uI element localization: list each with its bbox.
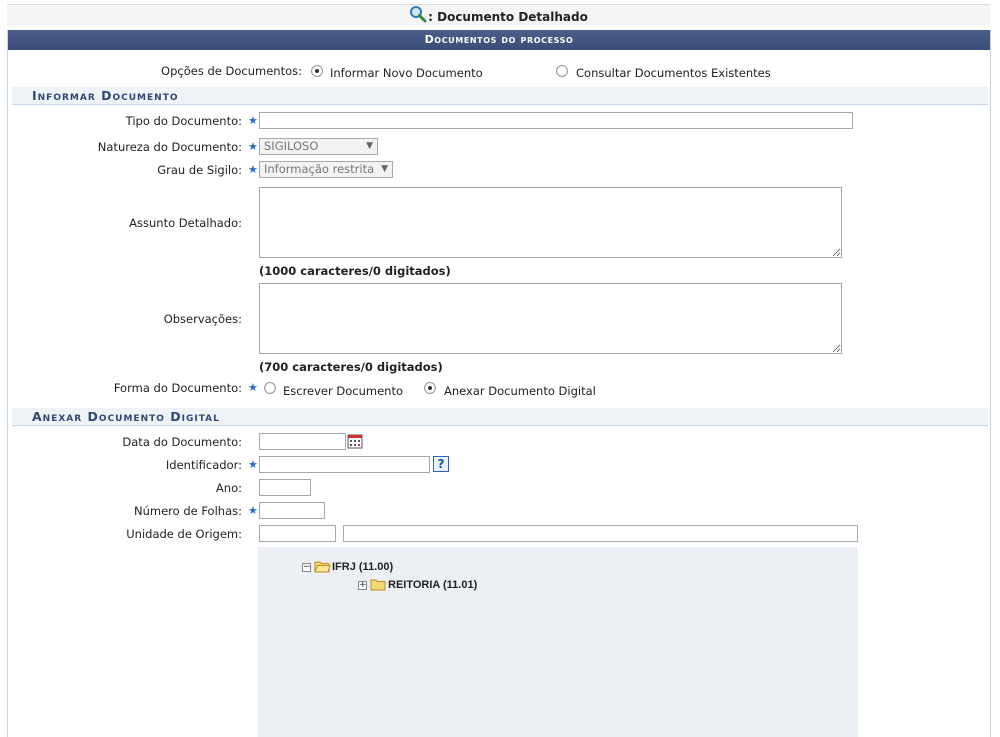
- unidade-codigo-input[interactable]: [259, 525, 336, 542]
- numero-folhas-input[interactable]: [259, 502, 325, 519]
- tipo-label: Tipo do Documento:: [125, 114, 242, 128]
- magnifier-icon: [409, 5, 427, 30]
- tree-node-ifrj[interactable]: IFRJ (11.00): [332, 561, 393, 573]
- section-caption: Documentos do processo: [8, 30, 990, 50]
- folder-open-icon: [314, 560, 331, 577]
- options-label: Opções de Documentos:: [161, 64, 302, 78]
- section-anexar-documento: Anexar Documento Digital: [12, 408, 988, 426]
- unidade-nome-input[interactable]: [343, 525, 858, 542]
- observacoes-label: Observações:: [163, 312, 242, 326]
- radio-escrever-documento-label[interactable]: Escrever Documento: [283, 384, 403, 398]
- sigilo-label: Grau de Sigilo:: [157, 163, 242, 177]
- folder-icon: [370, 578, 387, 595]
- chevron-down-icon: ▼: [381, 164, 388, 174]
- radio-anexar-documento[interactable]: [424, 382, 436, 394]
- unidade-origem-label: Unidade de Origem:: [126, 527, 242, 541]
- required-star: ★: [248, 163, 258, 176]
- assunto-label: Assunto Detalhado:: [129, 216, 242, 230]
- identificador-input[interactable]: [259, 456, 430, 473]
- grau-sigilo-select-value: Informação restrita: [264, 162, 375, 176]
- forma-label: Forma do Documento:: [113, 381, 242, 395]
- required-star: ★: [248, 381, 258, 394]
- radio-consultar-existentes-label[interactable]: Consultar Documentos Existentes: [576, 66, 771, 80]
- collapse-icon[interactable]: −: [302, 563, 311, 572]
- observacoes-textarea[interactable]: [259, 283, 842, 354]
- radio-consultar-existentes[interactable]: [556, 65, 568, 77]
- numero-folhas-label: Número de Folhas:: [133, 504, 242, 518]
- observacoes-char-count: (700 caracteres/0 digitados): [259, 360, 443, 374]
- radio-escrever-documento[interactable]: [264, 382, 276, 394]
- assunto-textarea[interactable]: [259, 187, 842, 258]
- radio-informar-novo[interactable]: [311, 65, 323, 77]
- page-title: : Documento Detalhado: [428, 10, 588, 24]
- identificador-label: Identificador:: [165, 458, 242, 472]
- required-star: ★: [248, 504, 258, 517]
- grau-sigilo-select[interactable]: Informação restrita ▼: [259, 161, 393, 178]
- natureza-select-value: SIGILOSO: [264, 139, 319, 153]
- natureza-label: Natureza do Documento:: [97, 140, 242, 154]
- section-informar-documento: Informar Documento: [12, 87, 988, 105]
- radio-informar-novo-label[interactable]: Informar Novo Documento: [330, 66, 483, 80]
- required-star: ★: [248, 114, 258, 127]
- chevron-down-icon: ▼: [366, 141, 373, 151]
- ano-label: Ano:: [215, 481, 242, 495]
- help-icon[interactable]: ?: [433, 456, 449, 472]
- data-documento-input[interactable]: [259, 433, 346, 450]
- radio-anexar-documento-label[interactable]: Anexar Documento Digital: [444, 384, 596, 398]
- unidade-tree: − IFRJ (11.00) + REITORIA (11.01): [258, 547, 858, 737]
- tipo-documento-input[interactable]: [259, 112, 853, 129]
- ano-input[interactable]: [259, 479, 311, 496]
- form-frame: Documentos do processo Opções de Documen…: [7, 30, 991, 737]
- tree-node-reitoria[interactable]: REITORIA (11.01): [388, 579, 477, 591]
- assunto-char-count: (1000 caracteres/0 digitados): [259, 264, 451, 278]
- required-star: ★: [248, 458, 258, 471]
- calendar-icon[interactable]: [347, 433, 363, 452]
- required-star: ★: [248, 140, 258, 153]
- expand-icon[interactable]: +: [358, 581, 367, 590]
- data-documento-label: Data do Documento:: [122, 435, 242, 449]
- natureza-select[interactable]: SIGILOSO ▼: [259, 138, 378, 155]
- page-header: : Documento Detalhado: [7, 4, 990, 26]
